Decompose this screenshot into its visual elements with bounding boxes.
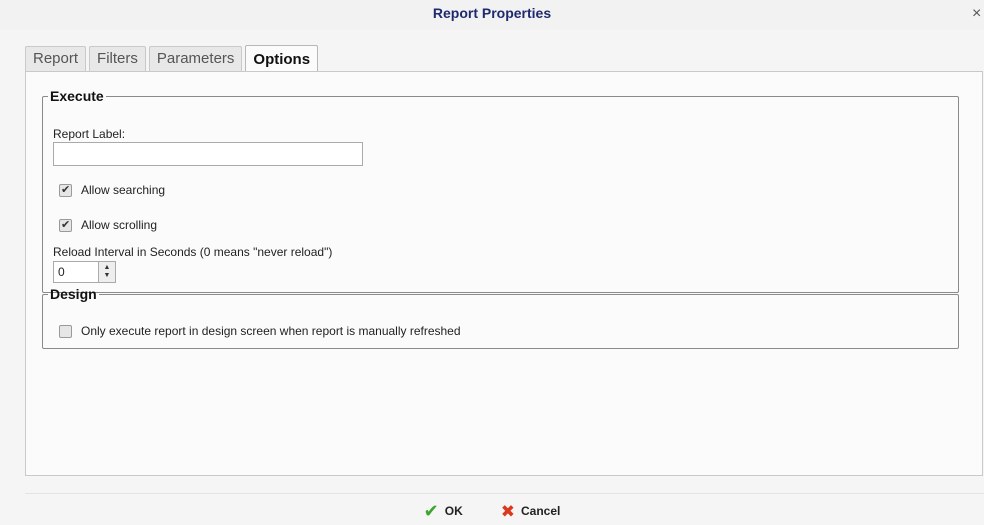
report-label-input[interactable] <box>53 142 363 166</box>
only-execute-label: Only execute report in design screen whe… <box>81 324 461 338</box>
only-execute-row[interactable]: Only execute report in design screen whe… <box>59 324 461 338</box>
spinner-down-icon[interactable]: ▼ <box>104 272 111 280</box>
report-label-caption: Report Label: <box>53 127 126 141</box>
checkmark-icon: ✔ <box>423 501 439 521</box>
allow-scrolling-row[interactable]: Allow scrolling <box>59 218 157 232</box>
tab-parameters[interactable]: Parameters <box>148 46 243 72</box>
execute-legend: Execute <box>50 88 104 104</box>
tab-report[interactable]: Report <box>25 46 87 72</box>
x-icon: ✖ <box>500 501 515 521</box>
design-fieldset: Design Only execute report in design scr… <box>42 286 959 349</box>
only-execute-checkbox[interactable] <box>59 324 72 338</box>
dialog-title: Report Properties <box>432 5 552 21</box>
reload-interval-value[interactable]: 0 <box>54 262 98 282</box>
ok-button[interactable]: ✔ OK <box>424 502 463 520</box>
dialog-footer: ✔ OK ✖ Cancel <box>0 500 984 522</box>
tab-options[interactable]: Options <box>245 45 319 73</box>
dialog-titlebar: Report Properties × <box>0 0 984 30</box>
tab-filters[interactable]: Filters <box>89 46 146 72</box>
allow-searching-checkbox[interactable] <box>59 183 72 197</box>
allow-searching-label: Allow searching <box>81 183 166 197</box>
execute-fieldset: Execute Report Label: Allow searching Al… <box>42 88 959 293</box>
reload-interval-spinner[interactable]: 0 ▲ ▼ <box>53 261 116 283</box>
reload-interval-caption: Reload Interval in Seconds (0 means "nev… <box>53 245 333 259</box>
allow-scrolling-checkbox[interactable] <box>59 218 72 232</box>
footer-divider <box>25 493 984 494</box>
tab-bar: Report Filters Parameters Options <box>25 44 319 73</box>
allow-searching-row[interactable]: Allow searching <box>59 183 165 197</box>
spinner-arrows-icon[interactable]: ▲ ▼ <box>98 262 115 282</box>
options-panel: Execute Report Label: Allow searching Al… <box>25 71 983 476</box>
allow-scrolling-label: Allow scrolling <box>81 218 158 232</box>
cancel-button[interactable]: ✖ Cancel <box>501 503 561 520</box>
spinner-up-icon[interactable]: ▲ <box>104 264 111 272</box>
cancel-label: Cancel <box>520 504 561 518</box>
close-icon[interactable]: × <box>972 6 984 22</box>
ok-label: OK <box>444 504 463 518</box>
design-legend: Design <box>50 286 97 302</box>
